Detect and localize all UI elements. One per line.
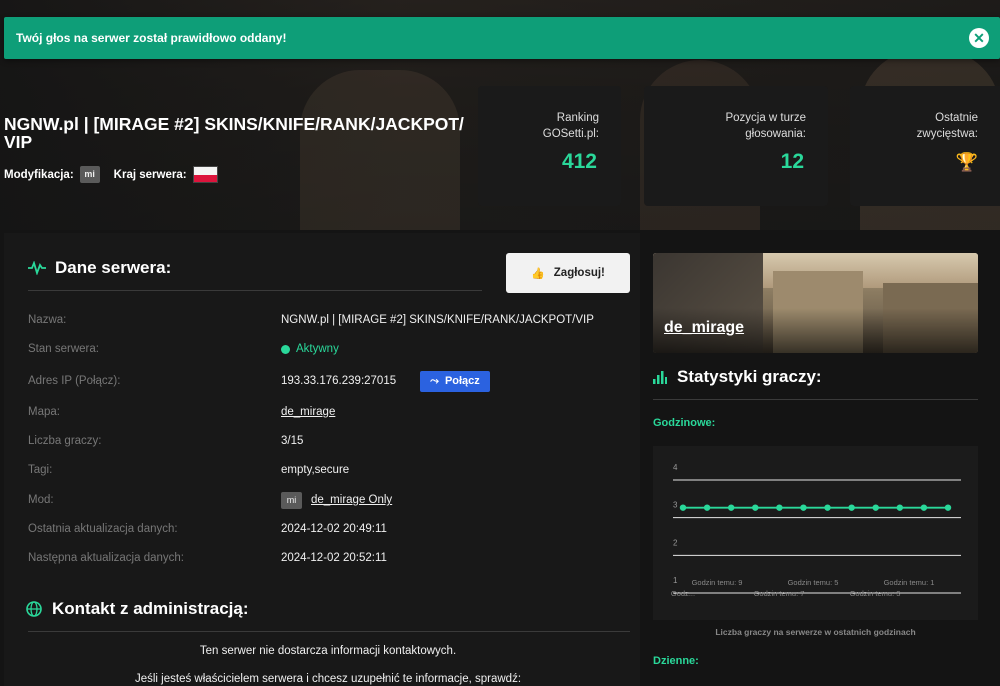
chart-data-point [944,504,952,511]
mod-badge: mi [281,491,302,509]
contact-heading: Kontakt z administracją: [26,599,249,619]
chart-data-point [776,504,783,511]
stat-value: 412 [561,150,597,173]
chart-data-point [824,504,831,511]
bar-chart-icon [653,370,667,384]
poland-flag-icon [192,166,218,183]
chart-x-tick-label: Godzin temu: 7 [754,589,805,598]
ip-address[interactable]: 193.33.176.239:27015 [281,375,396,387]
divider [28,631,630,632]
trophy-icon: 🏆 [955,152,978,172]
stat-value: 12 [780,150,804,173]
connect-icon: ⤳ [430,374,439,387]
server-meta: Modyfikacja: mi Kraj serwera: [4,166,218,183]
row-tags: Tagi: empty,secure [28,464,350,476]
status-dot-icon [281,344,290,354]
contact-info-text: Ten serwer nie dostarcza informacji kont… [199,645,457,657]
globe-icon [26,601,42,617]
chart-data-point [727,504,735,511]
row-status: Stan serwera: Aktywny [28,343,339,355]
chart-data-point [896,504,904,511]
alert-message: Twój głos na serwer został prawidłowo od… [16,31,287,45]
mod-link[interactable]: de_mirage Only [311,494,392,506]
chart-y-tick-label: 3 [673,501,678,510]
stat-label: Pozycja w turze głosowania: [725,112,806,140]
divider [653,399,978,400]
chart-data-point [872,504,879,511]
chart-x-tick-label: Godz... [671,589,695,598]
chart-x-tick-label: Godzin temu: 3 [850,589,901,598]
contact-owner-text: Jeśli jesteś właścicielem serwera i chce… [134,673,522,685]
map-card[interactable]: de_mirage [653,253,978,353]
chart-y-tick-label: 1 [673,576,678,585]
hourly-label: Godzinowe: [653,417,716,429]
chart-data-point [920,504,928,511]
chart-data-point [703,504,711,511]
chart-y-tick-label: 2 [673,538,678,547]
chart-y-tick-label: 4 [673,463,678,472]
vote-button[interactable]: 👍 Zagłosuj! [506,253,630,293]
hourly-chart: 1 2 3 4 Godzin temu: 9 Godzin temu: 5 Godzin t… [653,446,978,620]
chart-data-point [800,504,807,511]
chart-data-point [848,504,855,511]
chart-x-tick-label: Godzin temu: 1 [884,578,935,587]
row-name: Nazwa: NGNW.pl | [MIRAGE #2] SKINS/KNIFE… [28,314,594,326]
close-icon[interactable]: ✕ [969,28,989,48]
chart-data-point [752,504,759,511]
stat-label: Ostatnie zwycięstwa: [916,112,978,140]
stat-card-position: Pozycja w turze głosowania: 12 [644,86,828,206]
divider [28,290,482,291]
row-mod: Mod: mi de_mirage Only [28,491,392,509]
stat-card-wins: Ostatnie zwycięstwa: 🏆 [850,86,1000,206]
server-title: NGNW.pl | [MIRAGE #2] SKINS/KNIFE/RANK/J… [4,114,464,152]
thumbs-up-icon: 👍 [531,267,545,280]
connect-button[interactable]: ⤳ Połącz [420,370,490,392]
map-link[interactable]: de_mirage [281,406,335,418]
row-next-update: Następna aktualizacja danych: 2024-12-02… [28,552,387,564]
chart-x-tick-label: Godzin temu: 5 [788,578,839,587]
server-data-heading: Dane serwera: [28,258,171,278]
row-players: Liczba graczy: 3/15 [28,435,304,447]
map-name-link[interactable]: de_mirage [664,319,744,337]
mod-label: Modyfikacja: [4,168,74,181]
mod-badge: mi [79,166,100,183]
country-label: Kraj serwera: [113,168,187,181]
success-alert: Twój głos na serwer został prawidłowo od… [4,17,1000,59]
player-stats-heading: Statystyki graczy: [653,367,822,387]
activity-icon [28,261,46,275]
row-ip: Adres IP (Połącz): 193.33.176.239:27015 … [28,370,490,392]
row-last-update: Ostatnia aktualizacja danych: 2024-12-02… [28,523,387,535]
stat-card-ranking: Ranking GOSetti.pl: 412 [478,86,621,206]
daily-label: Dzienne: [653,655,699,667]
row-map: Mapa: de_mirage [28,406,336,418]
chart-caption: Liczba graczy na serwerze w ostatnich go… [715,627,916,637]
chart-x-tick-label: Godzin temu: 9 [692,578,743,587]
hourly-chart-svg: 1 2 3 4 Godzin temu: 9 Godzin temu: 5 Godzin t… [671,463,961,598]
chart-data-point [679,504,687,511]
stat-label: Ranking GOSetti.pl: [542,112,599,140]
